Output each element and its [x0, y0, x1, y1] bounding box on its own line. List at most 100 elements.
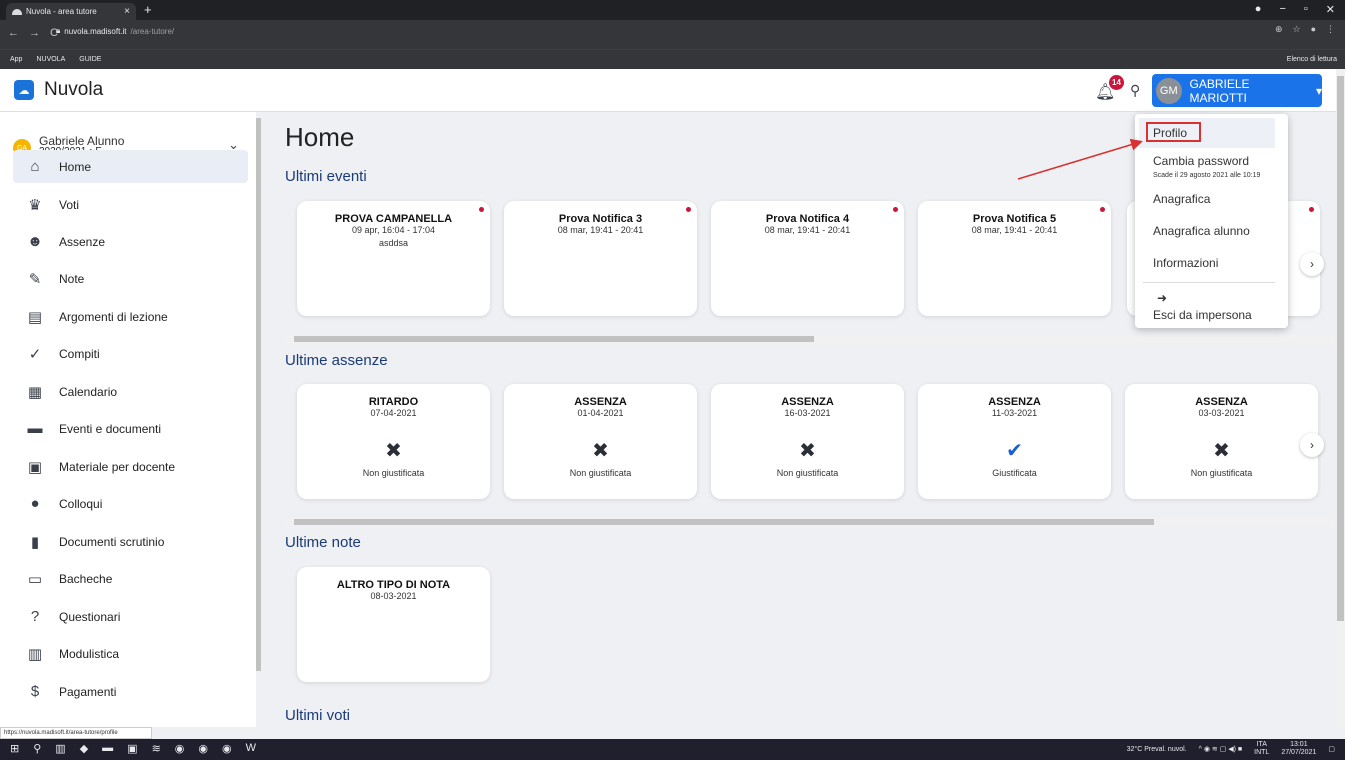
sidebar-item-calendario[interactable]: ▦ Calendario — [13, 375, 248, 408]
extension-icon[interactable]: ● — [1311, 24, 1316, 35]
calendar-icon: ▦ — [27, 383, 43, 401]
absences-section-title: Ultime assenze — [285, 352, 388, 369]
menu-item-exit-impersonation[interactable]: Esci da impersona — [1135, 308, 1288, 322]
user-menu-button[interactable]: GM GABRIELE MARIOTTI ▾ — [1152, 74, 1322, 107]
browser-tab[interactable]: Nuvola - area tutore × — [6, 3, 136, 20]
tray-icons[interactable]: ^ ◉ ≋ ▢ ◀) ■ — [1199, 745, 1243, 753]
event-description: asddsa — [378, 238, 409, 248]
maximize-icon[interactable]: ▫ — [1304, 3, 1308, 16]
sidebar-scroll-thumb[interactable] — [256, 118, 261, 671]
file-explorer-icon[interactable]: ▬ — [102, 742, 113, 755]
sidebar-item-materiale-per-docente[interactable]: ▣ Materiale per docente — [13, 450, 248, 483]
url-host: nuvola.madisoft.it — [64, 26, 127, 36]
language-indicator[interactable]: ITA INTL — [1254, 741, 1269, 757]
menu-item-change-password[interactable]: Cambia password — [1135, 154, 1288, 168]
folder-icon: ▬ — [27, 420, 43, 437]
sidebar-item-home[interactable]: ⌂ Home — [13, 150, 248, 183]
menu-item-info[interactable]: Informazioni — [1135, 256, 1288, 270]
new-tab-button[interactable]: + — [144, 2, 152, 17]
absence-date: 01-04-2021 — [577, 408, 624, 418]
sidebar-item-modulistica[interactable]: ▥ Modulistica — [13, 637, 248, 670]
wifi-app-icon[interactable]: ≋ — [152, 742, 161, 755]
kebab-menu-icon[interactable]: ⋮ — [1326, 24, 1335, 35]
absence-card[interactable]: ASSENZA 03-03-2021 ✖ Non giustificata — [1125, 384, 1318, 499]
sidebar-item-assenze[interactable]: ☻ Assenze — [13, 225, 248, 258]
clock[interactable]: 13:01 27/07/2021 — [1281, 741, 1316, 757]
absence-status: Giustificata — [992, 468, 1037, 478]
cross-icon: ✖ — [592, 440, 609, 462]
event-card[interactable]: PROVA CAMPANELLA 09 apr, 16:04 - 17:04 asd… — [297, 201, 490, 316]
close-window-icon[interactable]: ✕ — [1326, 3, 1335, 16]
sidebar-item-bacheche[interactable]: ▭ Bacheche — [13, 562, 248, 595]
sidebar-item-label: Home — [59, 159, 92, 174]
scroll-thumb[interactable] — [294, 336, 814, 342]
absences-next-button[interactable]: › — [1300, 433, 1324, 457]
event-card[interactable]: Prova Notifica 5 08 mar, 19:41 - 20:41 — [918, 201, 1111, 316]
note-icon: ✎ — [28, 270, 42, 288]
task-view-icon[interactable]: ▥ — [55, 742, 65, 755]
tab-close-button[interactable]: × — [124, 6, 130, 17]
page-scroll-thumb[interactable] — [1337, 76, 1344, 621]
sidebar-item-argomenti-di-lezione[interactable]: ▤ Argomenti di lezione — [13, 300, 248, 333]
forward-icon[interactable]: → — [29, 27, 40, 39]
event-title: Prova Notifica 4 — [765, 213, 850, 225]
chrome-icon[interactable]: ◉ — [222, 742, 232, 755]
url-field[interactable]: 🔒︎ nuvola.madisoft.it/area-tutore/ — [56, 24, 1256, 38]
system-tray: 32°C Preval. nuvol. ^ ◉ ≋ ▢ ◀) ■ ITA INTL… — [1127, 741, 1335, 757]
chrome-icon[interactable]: ◉ — [175, 742, 185, 755]
absence-card[interactable]: ASSENZA 11-03-2021 ✔ Giustificata — [918, 384, 1111, 499]
windows-start-icon[interactable]: ⊞ — [10, 742, 19, 755]
sidebar-item-questionari[interactable]: ? Questionari — [13, 600, 248, 633]
absence-type: ASSENZA — [781, 396, 834, 408]
address-actions: ⊕ ☆ ● ⋮ — [1275, 24, 1335, 35]
events-scrollbar[interactable] — [286, 335, 1334, 343]
absence-date: 03-03-2021 — [1198, 408, 1245, 418]
bookmark-apps[interactable]: App — [10, 56, 22, 63]
absence-status: Non giustificata — [569, 468, 632, 478]
status-url-tooltip: https://nuvola.madisoft.it/area-tutore/p… — [0, 727, 152, 739]
notes-section-title: Ultime note — [285, 534, 361, 551]
notifications-icon[interactable]: ▢ — [1328, 745, 1335, 753]
app-icon[interactable]: ▣ — [127, 742, 137, 755]
back-icon[interactable]: ← — [8, 27, 19, 39]
check-icon: ✔ — [1006, 440, 1023, 462]
sidebar-item-eventi-e-documenti[interactable]: ▬ Eventi e documenti — [13, 412, 248, 445]
absence-card[interactable]: ASSENZA 16-03-2021 ✖ Non giustificata — [711, 384, 904, 499]
reading-list-button[interactable]: Elenco di lettura — [1287, 56, 1337, 63]
page-title: Home — [285, 122, 355, 152]
nuvola-logo-icon[interactable]: ☁ — [14, 80, 34, 100]
grades-section-title: Ultimi voti — [285, 707, 351, 724]
event-card[interactable]: Prova Notifica 4 08 mar, 19:41 - 20:41 — [711, 201, 904, 316]
sidebar-item-documenti-scrutinio[interactable]: ▮ Documenti scrutinio — [13, 525, 248, 558]
zoom-icon[interactable]: ⊕ — [1275, 24, 1283, 35]
menu-item-student-registry[interactable]: Anagrafica alunno — [1135, 224, 1288, 238]
word-icon[interactable]: W — [246, 742, 256, 755]
sidebar-item-note[interactable]: ✎ Note — [13, 262, 248, 295]
board-icon: ▭ — [27, 570, 43, 588]
absences-scrollbar[interactable] — [286, 518, 1334, 526]
chrome-icon[interactable]: ◉ — [198, 742, 208, 755]
absence-date: 16-03-2021 — [784, 408, 831, 418]
binoculars-icon[interactable]: ⚲ — [1130, 82, 1140, 99]
event-card[interactable]: Prova Notifica 3 08 mar, 19:41 - 20:41 — [504, 201, 697, 316]
sidebar-item-pagamenti[interactable]: $ Pagamenti — [13, 675, 248, 708]
absence-card[interactable]: ASSENZA 01-04-2021 ✖ Non giustificata — [504, 384, 697, 499]
menu-item-registry[interactable]: Anagrafica — [1135, 192, 1288, 206]
bookmark-guide[interactable]: GUIDE — [79, 56, 101, 63]
sidebar-item-compiti[interactable]: ✓ Compiti — [13, 337, 248, 370]
bookmark-nuvola[interactable]: NUVOLA — [36, 56, 65, 63]
absence-card[interactable]: RITARDO 07-04-2021 ✖ Non giustificata — [297, 384, 490, 499]
profile-icon[interactable]: ● — [1255, 3, 1262, 16]
weather-widget[interactable]: 32°C Preval. nuvol. — [1127, 746, 1187, 753]
sidebar-item-colloqui[interactable]: ● Colloqui — [13, 487, 248, 520]
unread-dot — [686, 207, 691, 212]
scroll-thumb[interactable] — [294, 519, 1154, 525]
menu-item-profile[interactable]: Profilo — [1135, 126, 1288, 140]
sidebar-item-voti[interactable]: ♛ Voti — [13, 188, 248, 221]
app-icon[interactable]: ◆ — [80, 742, 88, 755]
minimize-icon[interactable]: − — [1279, 3, 1285, 16]
events-next-button[interactable]: › — [1300, 252, 1324, 276]
search-icon[interactable]: ⚲ — [33, 742, 41, 755]
star-icon[interactable]: ☆ — [1292, 24, 1300, 35]
note-card[interactable]: ALTRO TIPO DI NOTA 08-03-2021 — [297, 567, 490, 682]
